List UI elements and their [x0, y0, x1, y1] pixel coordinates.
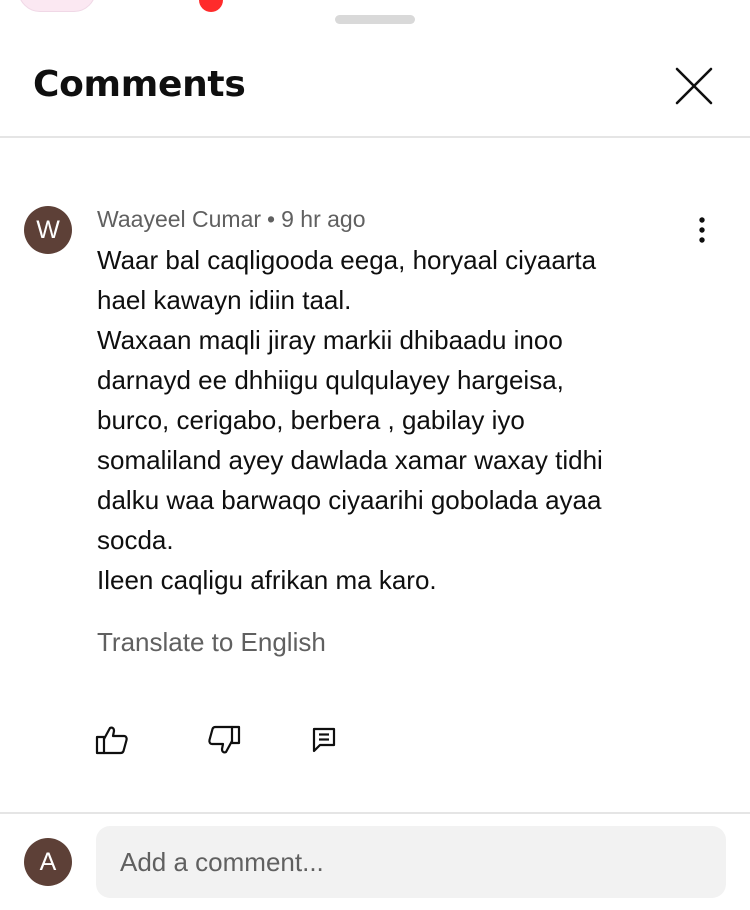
comment-line: Waxaan maqli jiray markii dhibaadu inoo: [97, 325, 563, 355]
like-button[interactable]: [92, 720, 132, 760]
divider: [0, 812, 750, 814]
comment-actions: [0, 720, 750, 760]
comment-text: Waar bal caqligooda eega, horyaal ciyaar…: [97, 240, 697, 600]
close-icon: [675, 67, 713, 105]
drag-handle[interactable]: [335, 15, 415, 24]
user-avatar[interactable]: A: [24, 838, 72, 886]
thumbs-up-icon: [95, 726, 128, 755]
comment-line: Ileen caqligu afrikan ma karo.: [97, 565, 437, 595]
comments-header: Comments: [0, 0, 750, 138]
reply-button[interactable]: [304, 720, 344, 760]
dislike-button[interactable]: [204, 720, 244, 760]
comment-line: Waar bal caqligooda eega, horyaal ciyaar…: [97, 245, 597, 275]
comment-timestamp: 9 hr ago: [281, 206, 366, 232]
meta-separator: •: [267, 206, 276, 232]
more-vert-icon: [699, 217, 705, 243]
comment-line: somaliland ayey dawlada xamar waxay tidh…: [97, 445, 603, 475]
comment-line: hael kawayn idiin taal.: [97, 285, 352, 315]
avatar[interactable]: W: [24, 206, 72, 254]
comment-line: darnayd ee dhhiigu qulqulayey hargeisa,: [97, 365, 564, 395]
add-comment-input[interactable]: [96, 826, 726, 898]
comment-author[interactable]: Waayeel Cumar: [97, 206, 261, 232]
comment-line: socda.: [97, 525, 174, 555]
close-button[interactable]: [668, 60, 720, 112]
thumbs-down-icon: [208, 725, 241, 754]
reply-comment-icon: [312, 727, 336, 753]
translate-link[interactable]: Translate to English: [97, 627, 326, 658]
comment-line: dalku waa barwaqo ciyaarihi gobolada aya…: [97, 485, 602, 515]
page-title: Comments: [33, 64, 246, 105]
comment-line: burco, cerigabo, berbera , gabilay iyo: [97, 405, 525, 435]
comment-meta: Waayeel Cumar • 9 hr ago: [97, 206, 366, 233]
